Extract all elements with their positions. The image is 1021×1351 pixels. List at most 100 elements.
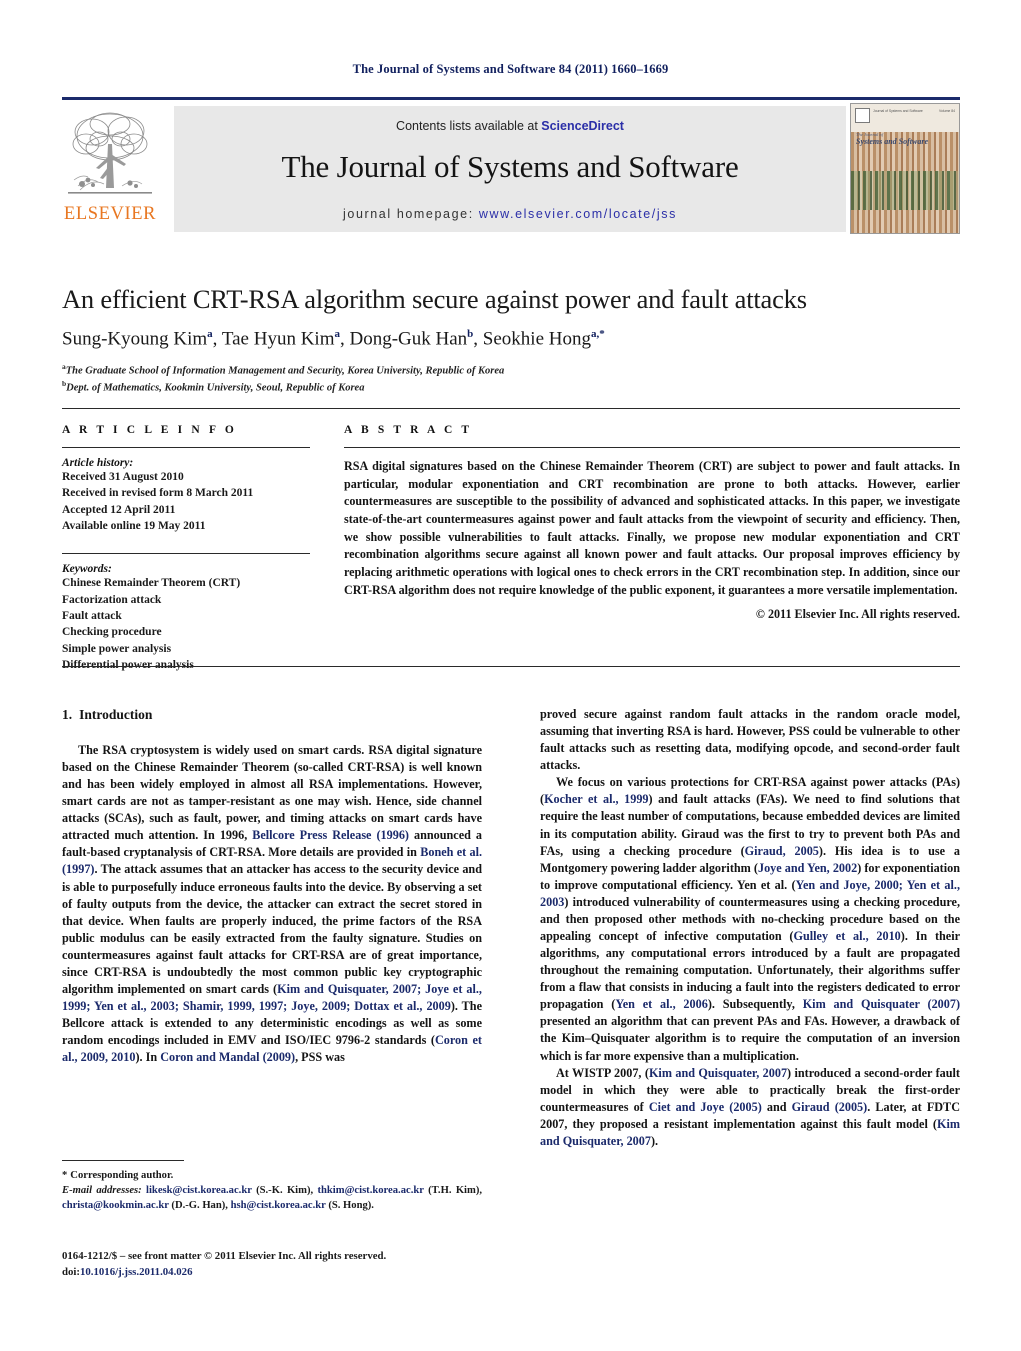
citation-link[interactable]: Gulley et al., 2010: [794, 929, 901, 943]
section-heading-introduction: 1. Introduction: [62, 706, 482, 725]
keyword-item: Fault attack: [62, 609, 122, 622]
cover-journal-title: The Journal of Systems and Software: [856, 132, 929, 146]
body-paragraph: At WISTP 2007, (Kim and Quisquater, 2007…: [540, 1065, 960, 1148]
citation-link[interactable]: Ciet and Joye (2005): [649, 1100, 762, 1114]
citation-link[interactable]: Yen and Joye, 2000; Yen et al., 2003: [540, 878, 960, 909]
section-title: Introduction: [79, 707, 153, 722]
info-top-rule: [62, 408, 960, 409]
article-history-item: Received 31 August 2010: [62, 471, 184, 483]
citation-link[interactable]: Kocher et al., 1999: [544, 792, 648, 806]
author-name: Tae Hyun Kim: [221, 328, 335, 350]
right-column-paragraphs: proved secure against random fault attac…: [540, 706, 960, 1150]
contents-lists-line: Contents lists available at ScienceDirec…: [174, 119, 846, 133]
keyword-item: Factorization attack: [62, 593, 162, 606]
citation-link[interactable]: Boneh et al. (1997): [62, 845, 482, 876]
homepage-prefix: journal homepage:: [343, 207, 479, 221]
citation-link[interactable]: Kim and Quisquater, 2007; Joye et al., 1…: [62, 982, 482, 1013]
section-number: 1.: [62, 707, 73, 722]
author-affiliation-marker: a: [207, 328, 213, 341]
keywords-rule: [62, 553, 310, 555]
body-paragraph: The RSA cryptosystem is widely used on s…: [62, 742, 482, 1065]
footnote-block: * Corresponding author. E-mail addresses:…: [62, 1160, 482, 1213]
title-block: An efficient CRT-RSA algorithm secure ag…: [62, 284, 960, 395]
article-history-item: Accepted 12 April 2011: [62, 503, 176, 516]
running-head: The Journal of Systems and Software 84 (…: [352, 62, 669, 76]
doi-line: doi:10.1016/j.jss.2011.04.026: [62, 1264, 522, 1280]
contents-lists-prefix: Contents lists available at: [396, 119, 542, 133]
author-name: Sung-Kyoung Kim: [62, 328, 208, 350]
citation-link[interactable]: Giraud, 2005: [745, 844, 819, 858]
keyword-item: Simple power analysis: [62, 642, 172, 655]
journal-title: The Journal of Systems and Software: [281, 149, 739, 184]
journal-masthead: ELSEVIER Contents lists available at Sci…: [62, 97, 960, 235]
author-affiliation-marker: a: [334, 328, 340, 341]
copyright-line: © 2011 Elsevier Inc. All rights reserved…: [755, 607, 960, 622]
keyword-item: Checking procedure: [62, 626, 162, 639]
article-info-panel: A R T I C L E I N F O Article history: R…: [62, 424, 310, 673]
doi-link[interactable]: 10.1016/j.jss.2011.04.026: [80, 1266, 192, 1278]
cover-top-left-text: Journal of Systems and Software: [873, 109, 923, 113]
elsevier-logo: ELSEVIER: [62, 106, 158, 232]
citation-link[interactable]: Kim and Quisquater, 2007: [540, 1117, 960, 1148]
left-column-paragraphs: The RSA cryptosystem is widely used on s…: [62, 742, 482, 1066]
issn-doi-block: 0164-1212/$ – see front matter © 2011 El…: [62, 1248, 522, 1280]
affiliation-list: aThe Graduate School of Information Mana…: [62, 362, 960, 395]
author-name: Dong-Guk Han: [349, 328, 468, 350]
cover-top-right-text: Volume 84: [938, 109, 955, 113]
footnote-rule: [62, 1160, 184, 1161]
citation-link[interactable]: Giraud (2005): [792, 1100, 868, 1114]
citation-link[interactable]: Joye and Yen, 2002: [758, 861, 857, 875]
homepage-url-link[interactable]: www.elsevier.com/locate/jss: [479, 207, 677, 221]
email-link[interactable]: likesk@cist.korea.ac.kr: [146, 1185, 252, 1196]
author-name: Seokhie Hong: [482, 328, 591, 350]
email-link[interactable]: hsh@cist.korea.ac.kr: [231, 1200, 326, 1211]
corresponding-author-text: Corresponding author.: [70, 1170, 174, 1181]
author-affiliation-marker: a,*: [590, 328, 605, 341]
cover-green-band: [851, 171, 959, 210]
citation-link[interactable]: Coron and Mandal (2009): [160, 1050, 295, 1064]
citation-link[interactable]: Yen et al., 2006: [615, 997, 708, 1011]
journal-article-page: The Journal of Systems and Software 84 (…: [0, 0, 1021, 1351]
abstract-label: A B S T R A C T: [344, 424, 473, 436]
masthead-top-rule: [62, 97, 960, 100]
body-column-left: 1. Introduction The RSA cryptosystem is w…: [62, 706, 482, 1066]
affiliation-marker: a: [62, 361, 66, 371]
email-link[interactable]: thkim@cist.korea.ac.kr: [317, 1185, 423, 1196]
info-bottom-rule: [62, 666, 960, 667]
abstract-panel: A B S T R A C T RSA digital signatures b…: [344, 424, 960, 622]
corresponding-author-marker: *: [62, 1170, 68, 1181]
article-history-heading: Article history:: [62, 457, 134, 469]
article-history-item: Available online 19 May 2011: [62, 519, 206, 532]
keyword-item: Chinese Remainder Theorem (CRT): [62, 577, 241, 590]
keywords-list: Chinese Remainder Theorem (CRT) Factoriza…: [62, 575, 310, 673]
citation-link[interactable]: Kim and Quisquater (2007): [803, 997, 960, 1011]
elsevier-tree-icon: [68, 112, 152, 194]
article-info-rule: [62, 447, 310, 448]
author-affiliation-marker: b: [467, 328, 474, 341]
body-paragraph: proved secure against random fault attac…: [540, 707, 960, 773]
footnote-text: * Corresponding author. E-mail addresses:…: [62, 1168, 482, 1213]
journal-banner: Contents lists available at ScienceDirec…: [174, 106, 846, 232]
article-info-label: A R T I C L E I N F O: [62, 424, 237, 436]
author-list: Sung-Kyoung Kima, Tae Hyun Kima, Dong-Gu…: [62, 328, 605, 350]
affiliation-marker: b: [62, 378, 67, 388]
citation-link[interactable]: Bellcore Press Release (1996): [252, 828, 409, 842]
citation-link[interactable]: Kim and Quisquater, 2007: [649, 1066, 787, 1080]
sciencedirect-link[interactable]: ScienceDirect: [541, 119, 624, 133]
article-history-list: Received 31 August 2010 Received in revis…: [62, 469, 310, 534]
affiliation-line: aThe Graduate School of Information Mana…: [62, 361, 505, 377]
elsevier-wordmark: ELSEVIER: [63, 204, 157, 224]
corresponding-author-note: * Corresponding author.: [62, 1170, 173, 1181]
email-link[interactable]: christa@kookmin.ac.kr: [62, 1200, 169, 1211]
journal-homepage-line: journal homepage: www.elsevier.com/locat…: [174, 207, 846, 221]
front-matter-line: 0164-1212/$ – see front matter © 2011 El…: [62, 1250, 387, 1262]
cover-journal-title-line2: Systems and Software: [856, 136, 929, 146]
abstract-rule: [344, 447, 960, 448]
abstract-text: RSA digital signatures based on the Chin…: [344, 459, 960, 597]
body-paragraph: We focus on various protections for CRT-…: [540, 775, 960, 1063]
page-title: An efficient CRT-RSA algorithm secure ag…: [62, 284, 807, 314]
doi-label: doi:: [62, 1266, 80, 1279]
body-column-right: proved secure against random fault attac…: [540, 706, 960, 1150]
keywords-heading: Keywords:: [62, 563, 112, 576]
